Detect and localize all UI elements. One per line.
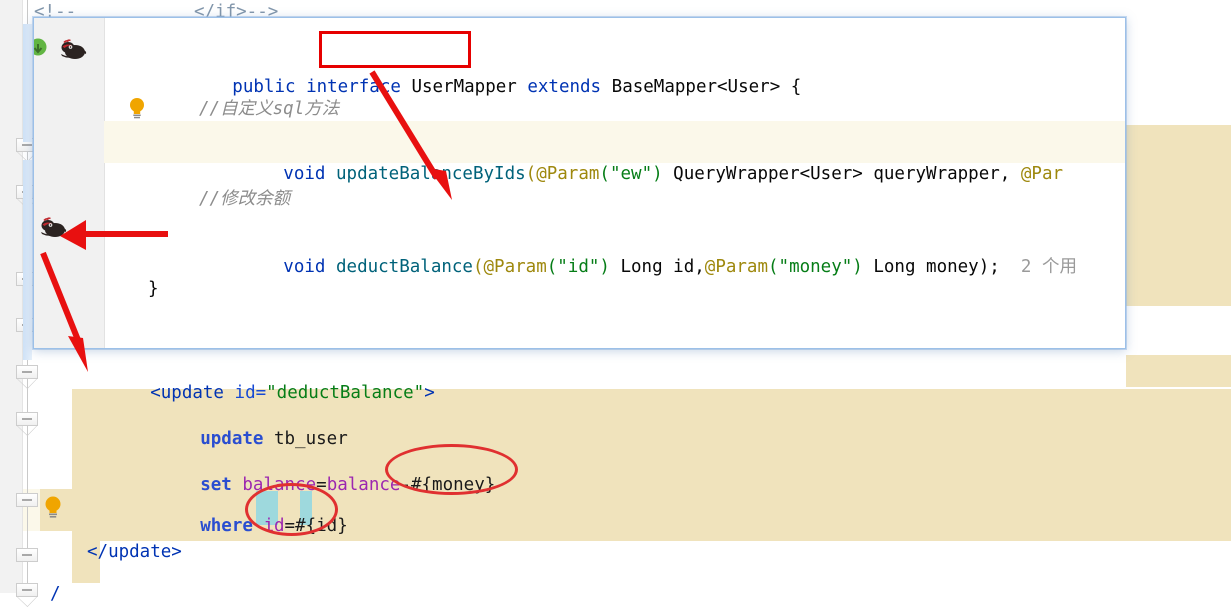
usage-highlight-block-top [1126, 355, 1231, 387]
java-method-name: updateBalanceByIds [336, 164, 526, 184]
fold-rail-highlight [23, 160, 32, 360]
xml-update-attr-name: id= [234, 383, 267, 403]
java-open-paren: ( [525, 164, 537, 184]
java-keyword-interface: interface [306, 77, 401, 97]
java-annotation-param-money: @Param [704, 257, 768, 277]
fold-marker[interactable] [16, 412, 39, 436]
xml-next-line-partial: / [50, 584, 61, 604]
java-comment-modify-balance: //修改余额 [199, 189, 291, 209]
fold-marker[interactable] [16, 365, 39, 389]
xml-update-close-line: </update> [87, 542, 182, 562]
annotation-ellipse-id-param [245, 483, 338, 536]
sql-keyword-where: where [200, 516, 253, 536]
java-open-paren-2: ( [472, 257, 484, 277]
java-param-comma: , [999, 164, 1021, 184]
annotation-highlight-box-usermapper [319, 31, 471, 68]
java-method-name-2: deductBalance [336, 257, 473, 277]
java-return-type-void: void [283, 164, 326, 184]
java-annotation-arg: ("ew") [599, 164, 663, 184]
xml-update-attr-value: "deductBalance" [266, 383, 425, 403]
java-keyword-extends: extends [527, 77, 602, 97]
java-annotation-param-2: @Par [1020, 164, 1064, 184]
sql-keyword-update: update [200, 429, 264, 449]
java-comment-custom-sql: //自定义sql方法 [199, 99, 340, 119]
xml-update-tag-close-bracket: > [424, 383, 435, 403]
xml-update-tag: <update [150, 383, 224, 403]
mybatis-navigate-icon[interactable] [39, 216, 69, 240]
java-annotation-param: @Param [536, 164, 600, 184]
screenshot-root: <!-- </if>--> <update id="deductBalance"… [0, 0, 1231, 607]
usage-highlight-block-right [1126, 125, 1231, 306]
java-annotation-param-id: @Param [483, 257, 547, 277]
java-method-updatebalancebyids: void updateBalanceByIds(@Param("ew") Que… [199, 141, 1063, 207]
popup-code-area[interactable]: public interface UserMapper extends Base… [104, 18, 1125, 348]
fold-marker[interactable] [16, 583, 39, 607]
java-super-type: BaseMapper<User> { [611, 77, 802, 97]
java-param-name: queryWrapper [873, 164, 1000, 184]
sql-keyword-set: set [200, 475, 232, 495]
implemented-method-icon[interactable] [33, 38, 51, 60]
java-method-deductbalance: void deductBalance(@Param("id") Long id,… [199, 234, 1077, 300]
java-usage-hint[interactable]: 2 个用 [1021, 257, 1077, 277]
fold-marker[interactable] [16, 548, 39, 571]
java-param-id: Long id, [609, 257, 705, 277]
java-annotation-arg-id: ("id") [546, 257, 610, 277]
java-annotation-arg-money: ("money") [768, 257, 863, 277]
java-modifier-public: public [232, 77, 296, 97]
java-quick-definition-popup[interactable]: public interface UserMapper extends Base… [33, 17, 1126, 349]
java-param-type: QueryWrapper<User> [662, 164, 874, 184]
fold-marker[interactable] [16, 493, 39, 516]
mybatis-navigate-icon[interactable] [59, 38, 89, 62]
java-return-type-void-2: void [283, 257, 326, 277]
annotation-ellipse-money-param [385, 444, 518, 495]
java-type-name-usermapper: UserMapper [411, 77, 517, 97]
java-param-money: Long money); [862, 257, 1000, 277]
intention-bulb-icon[interactable] [43, 495, 63, 519]
sql-table-name: tb_user [273, 429, 348, 449]
java-closing-brace: } [148, 279, 159, 299]
popup-gutter[interactable] [34, 18, 105, 348]
fold-rail-highlight [23, 24, 32, 142]
